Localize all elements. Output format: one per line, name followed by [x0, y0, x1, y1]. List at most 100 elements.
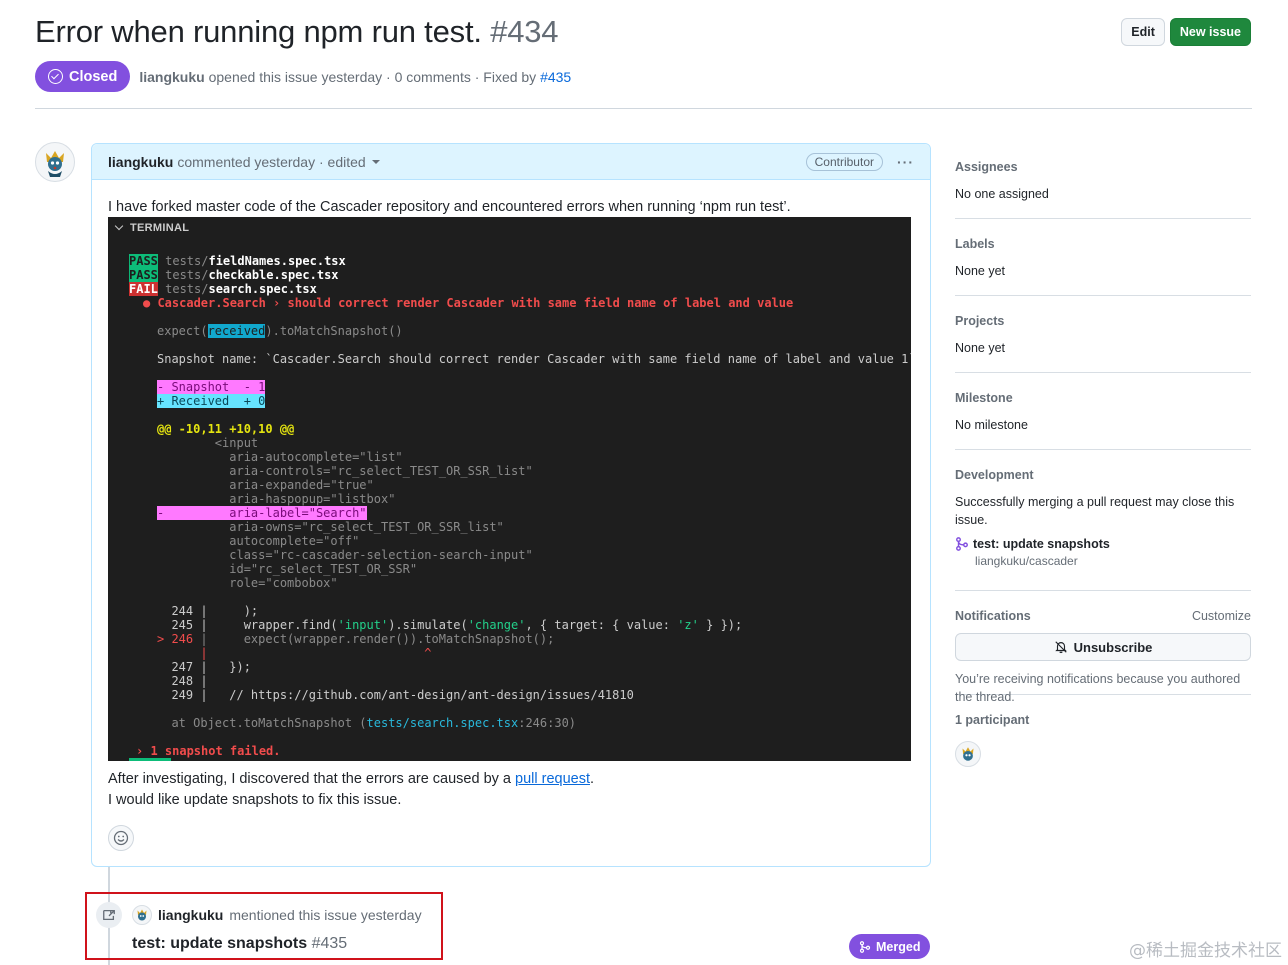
state-label: Closed: [69, 68, 118, 85]
terminal-line-fail: FAIL tests/search.spec.tsx: [129, 282, 317, 296]
followup-period: .: [590, 771, 595, 787]
linked-pr[interactable]: test: update snapshots: [955, 537, 1251, 551]
contributor-badge: Contributor: [805, 152, 883, 171]
event-author-avatar[interactable]: [132, 905, 152, 925]
terminal-header: TERMINAL: [108, 217, 911, 238]
terminal-diff-line: aria-controls="rc_select_TEST_OR_SSR_lis…: [157, 464, 533, 478]
sidebar-notifications: Notifications Customize Unsubscribe You’…: [955, 591, 1251, 704]
issue-number: #434: [490, 14, 559, 49]
customize-link[interactable]: Customize: [1192, 609, 1251, 623]
terminal-diff-line: id="rc_select_TEST_OR_SSR": [157, 562, 418, 576]
code-frame-244: 244 | );: [157, 604, 258, 618]
avatar-image: [962, 747, 974, 761]
issue-status-row: Closed liangkuku opened this issue yeste…: [35, 61, 571, 92]
snapshot-minus-label: - Snapshot - 1: [157, 380, 266, 394]
code-frame-text: 244 | );: [157, 604, 259, 618]
git-merge-icon: [956, 537, 968, 551]
terminal-hunk-header: @@ -10,11 +10,10 @@: [157, 422, 295, 436]
participant-avatar[interactable]: [955, 741, 981, 767]
edit-history-chevron-icon[interactable]: [371, 159, 380, 164]
new-issue-button[interactable]: New issue: [1169, 18, 1251, 46]
terminal-diff-line: aria-autocomplete="list": [157, 450, 403, 464]
merged-label: Merged: [876, 939, 921, 954]
issue-meta-text: opened this issue yesterday · 0 comments…: [208, 68, 537, 85]
terminal-summary: › 1 snapshot failed.: [136, 744, 281, 758]
edit-button[interactable]: Edit: [1121, 18, 1165, 46]
terminal-expect-line: expect(received).toMatchSnapshot(): [157, 324, 403, 338]
event-text: mentioned this issue yesterday: [229, 907, 422, 923]
comment-followup: After investigating, I discovered that t…: [108, 769, 594, 811]
linked-pr-repo: liangkuku/cascader: [975, 554, 1078, 568]
terminal-cutoff-badge: [129, 758, 171, 761]
followup-text: After investigating, I discovered that t…: [108, 771, 511, 787]
removed-aria-label: - aria-label="Search": [157, 506, 367, 520]
pull-request-link[interactable]: pull request: [515, 771, 590, 787]
sidebar-projects: Projects None yet: [955, 296, 1251, 373]
issue-meta: liangkuku opened this issue yesterday · …: [139, 69, 571, 85]
assignees-value: No one assigned: [955, 187, 1049, 201]
git-merge-icon: [859, 940, 871, 953]
code-frame-248: 248 |: [157, 674, 208, 688]
development-value: Successfully merging a pull request may …: [955, 495, 1235, 527]
event-pr-number: #435: [311, 935, 348, 952]
comment-author-avatar[interactable]: [35, 142, 75, 182]
followup-line-2: I would like update snapshots to fix thi…: [108, 792, 402, 808]
fixed-by-link[interactable]: #435: [540, 69, 571, 85]
sidebar-milestone: Milestone No milestone: [955, 373, 1251, 450]
fail-badge: FAIL: [129, 282, 158, 296]
terminal-screenshot: TERMINAL PASS tests/fieldNames.spec.tsx …: [108, 217, 911, 761]
terminal-line-pass-2: PASS tests/checkable.spec.tsx: [129, 268, 339, 282]
code-frame-text: , { target: { value:: [525, 618, 678, 632]
comment-author-link[interactable]: liangkuku: [108, 154, 173, 170]
chevron-down-icon: [114, 221, 124, 231]
add-reaction-button[interactable]: [108, 825, 134, 851]
notifications-header: Notifications Customize: [955, 591, 1251, 623]
test-path-prefix: tests/: [157, 268, 209, 282]
issue-title: Error when running npm run test. #434: [35, 14, 559, 50]
terminal-snap-minus: - Snapshot - 1: [157, 380, 266, 394]
labels-heading[interactable]: Labels: [955, 219, 1251, 251]
linked-pr-title[interactable]: test: update snapshots: [973, 537, 1110, 551]
comment-meta: commented yesterday · edited: [177, 153, 366, 170]
code-frame-249: 249 | // https://github.com/ant-design/a…: [157, 688, 634, 702]
unsubscribe-label: Unsubscribe: [1073, 639, 1153, 655]
bell-slash-icon: [1054, 641, 1067, 654]
milestone-heading[interactable]: Milestone: [955, 373, 1251, 405]
participants-heading: 1 participant: [955, 713, 1030, 727]
test-path-prefix: tests/: [157, 282, 209, 296]
test-path-prefix: tests/: [157, 254, 209, 268]
event-pr-link[interactable]: test: update snapshots #435: [132, 935, 347, 953]
cross-reference-glyph: [103, 909, 115, 921]
code-string: 'change': [467, 618, 526, 632]
code-frame-247: 247 | });: [157, 660, 251, 674]
pass-badge: PASS: [129, 254, 158, 268]
terminal-diff-line: aria-owns="rc_select_TEST_OR_SSR_list": [157, 520, 504, 534]
code-frame-text: 245 | wrapper.find(: [157, 618, 338, 632]
comment-intro-text: I have forked master code of the Cascade…: [108, 199, 791, 215]
expect-prefix: expect(: [157, 324, 208, 338]
header-divider: [35, 108, 1252, 109]
cross-reference-icon: [96, 902, 122, 928]
issue-author-link[interactable]: liangkuku: [139, 69, 204, 85]
terminal-diff-line: <input: [157, 436, 259, 450]
projects-heading[interactable]: Projects: [955, 296, 1251, 328]
test-file-name: search.spec.tsx: [208, 282, 317, 296]
event-pr-title[interactable]: test: update snapshots: [132, 935, 307, 952]
comment-menu-icon[interactable]: ···: [897, 154, 914, 170]
test-file-name: checkable.spec.tsx: [208, 268, 339, 282]
stack-prefix: at Object.toMatchSnapshot (: [157, 716, 367, 730]
terminal-diff-line: autocomplete="off": [157, 534, 360, 548]
event-author-link[interactable]: liangkuku: [158, 907, 223, 923]
test-file-name: fieldNames.spec.tsx: [208, 254, 346, 268]
stack-suffix: :246:30): [518, 716, 577, 730]
assignees-heading[interactable]: Assignees: [955, 150, 1251, 174]
issue-comment: liangkuku commented yesterday · edited C…: [91, 143, 931, 867]
pass-badge: PASS: [129, 268, 158, 282]
code-string: 'input': [337, 618, 389, 632]
development-heading[interactable]: Development: [955, 450, 1251, 482]
issue-title-text: Error when running npm run test.: [35, 14, 482, 49]
comment-header: liangkuku commented yesterday · edited C…: [92, 144, 930, 180]
terminal-snap-plus: + Received + 0: [157, 394, 266, 408]
terminal-snapshot-name: Snapshot name: `Cascader.Search should c…: [157, 352, 911, 366]
unsubscribe-button[interactable]: Unsubscribe: [955, 633, 1251, 661]
